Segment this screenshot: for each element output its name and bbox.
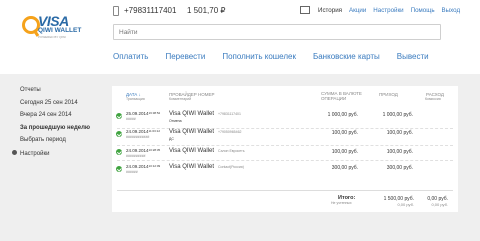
totals-sub: Не учтенных	[331, 201, 352, 205]
row-date: 25.09.201416:38:52	[126, 111, 161, 116]
action-pay[interactable]: Оплатить	[113, 52, 148, 61]
row-amount-op: 100,00 руб.	[331, 149, 358, 155]
action-topup[interactable]: Пополнить кошелек	[222, 52, 296, 61]
success-icon	[116, 166, 122, 172]
row-txn: #####	[126, 117, 136, 121]
row-divider	[117, 145, 453, 146]
gear-icon	[12, 149, 17, 155]
row-comment: ДС	[169, 137, 174, 141]
top-nav: История Акции Настройки Помощь Выход	[318, 7, 460, 14]
row-income: 1 000,00 руб.	[382, 112, 413, 118]
nav-help[interactable]: Помощь	[411, 7, 435, 14]
row-provider[interactable]: Visa QIWI Wallet	[169, 148, 214, 154]
action-withdraw[interactable]: Вывести	[397, 52, 429, 61]
sidebar-item-reports[interactable]: Отчеты	[20, 87, 90, 100]
row-provider[interactable]: Visa QIWI Wallet	[169, 111, 214, 117]
row-number: Contact(Россия)	[218, 165, 244, 169]
header-provider-sub: Комментарий	[169, 97, 192, 101]
totals-expense-sub: 0,00 руб.	[431, 202, 448, 207]
row-amount-op: 1 000,00 руб.	[327, 112, 358, 118]
sidebar-item-today[interactable]: Сегодня 25 сен 2014	[20, 100, 90, 113]
sidebar-settings-label: Настройки	[20, 150, 50, 157]
row-income: 100,00 руб.	[386, 149, 413, 155]
action-transfer[interactable]: Перевести	[165, 52, 205, 61]
row-income: 100,00 руб.	[386, 130, 413, 136]
row-divider	[117, 160, 453, 161]
header-expense-sub: Комиссия	[425, 97, 441, 101]
row-amount-op: 100,00 руб.	[331, 130, 358, 136]
phone-number[interactable]: +79831117401	[124, 6, 176, 15]
action-bank-cards[interactable]: Банковские карты	[313, 52, 380, 61]
row-date: 24.09.201411:03:12	[126, 129, 160, 134]
success-icon	[116, 149, 122, 155]
nav-logout[interactable]: Выход	[442, 7, 461, 14]
row-date: 24.09.201410:28:35	[126, 148, 161, 153]
row-comment: Отмена	[169, 119, 182, 123]
row-txn: ######	[126, 170, 138, 174]
row-number: Салон Евросеть	[218, 149, 245, 153]
totals-income-sub: 0,00 руб.	[397, 202, 414, 207]
totals-divider	[117, 190, 453, 191]
nav-settings[interactable]: Настройки	[373, 7, 403, 14]
action-menu: Оплатить Перевести Пополнить кошелек Бан…	[113, 52, 446, 61]
sidebar-item-last-week[interactable]: За прошедшую неделю	[20, 125, 90, 138]
header: VISA QIWI WALLET POWERED BY QIWI +798311…	[0, 0, 480, 74]
row-txn: ############	[126, 135, 150, 139]
sidebar-item-yesterday[interactable]: Вчера 24 сен 2014	[20, 112, 90, 125]
search-input[interactable]	[113, 24, 441, 40]
sidebar-item-select-period[interactable]: Выбрать период	[20, 137, 90, 150]
logo-tagline: POWERED BY QIWI	[38, 35, 66, 39]
row-number: +79831117401	[218, 112, 241, 116]
header-amount-op: СУММА В ВАЛЮТЕ ОПЕРАЦИИ	[321, 91, 362, 101]
sidebar-item-settings[interactable]: Настройки	[12, 149, 90, 163]
row-provider[interactable]: Visa QIWI Wallet	[169, 164, 214, 170]
row-date: 24.09.201410:12:09	[126, 164, 161, 169]
success-icon	[116, 131, 122, 137]
transactions-panel: ДАТА ↓ Транзакция ПРОВАЙДЕР НОМЕР Коммен…	[112, 86, 458, 212]
row-number: +79050965462	[218, 130, 242, 134]
nav-promotions[interactable]: Акции	[349, 7, 366, 14]
row-txn: ##########	[126, 154, 146, 158]
phone-icon	[113, 6, 119, 16]
nav-history[interactable]: История	[318, 7, 342, 14]
mail-icon[interactable]	[300, 6, 310, 14]
sidebar: Отчеты Сегодня 25 сен 2014 Вчера 24 сен …	[12, 87, 90, 163]
header-date-sub: Транзакция	[126, 97, 145, 101]
header-income: ПРИХОД	[379, 92, 398, 97]
logo-qiwi-text: QIWI WALLET	[38, 27, 82, 34]
row-provider[interactable]: Visa QIWI Wallet	[169, 129, 214, 135]
balance: 1 501,70 ₽	[187, 6, 226, 15]
row-divider	[117, 128, 453, 129]
row-amount-op: 300,00 руб.	[331, 165, 358, 171]
row-income: 300,00 руб.	[386, 165, 413, 171]
success-icon	[116, 113, 122, 119]
